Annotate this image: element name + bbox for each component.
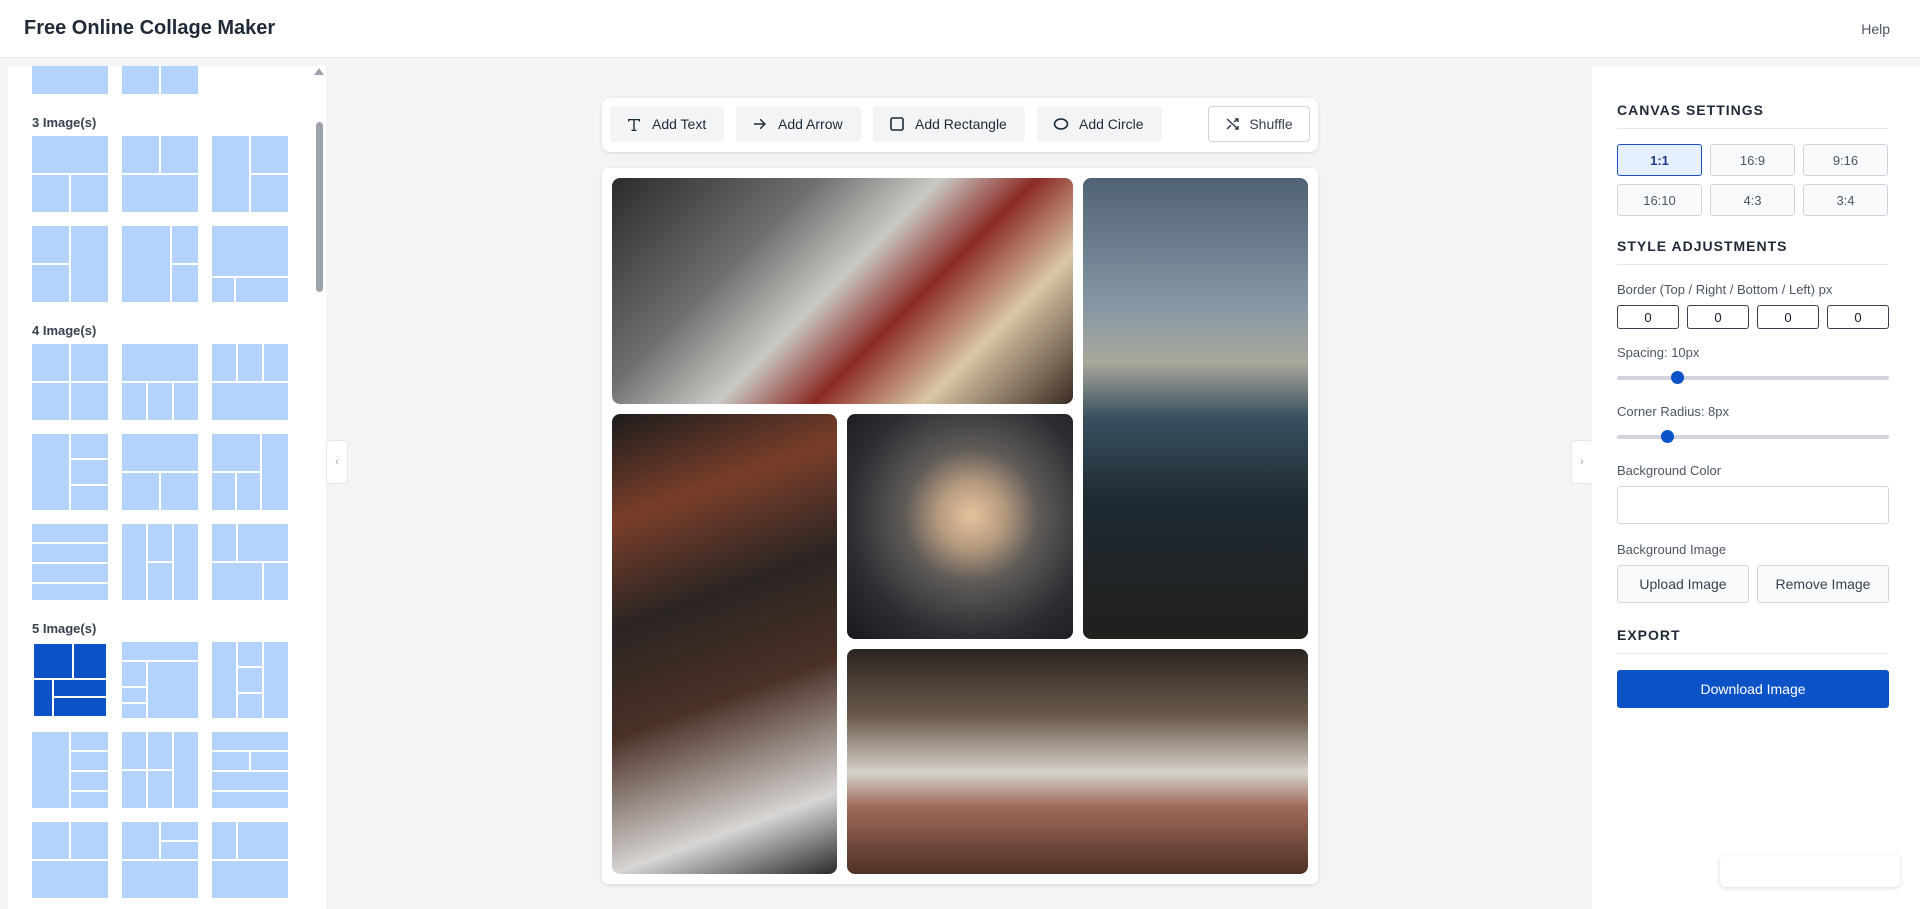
- aspect-ratio-options: 1:1 16:9 9:16 16:10 4:3 3:4: [1617, 144, 1888, 216]
- layout-5g[interactable]: [32, 822, 108, 898]
- border-inputs: [1617, 305, 1889, 329]
- download-image-button[interactable]: Download Image: [1617, 670, 1889, 708]
- layout-4a[interactable]: [32, 344, 108, 420]
- ratio-4-3-button[interactable]: 4:3: [1710, 184, 1795, 216]
- ratio-3-4-button[interactable]: 3:4: [1803, 184, 1888, 216]
- add-circle-label: Add Circle: [1079, 116, 1144, 132]
- spacing-label: Spacing: 10px: [1617, 345, 1700, 360]
- photo-ocean-shore[interactable]: [1083, 178, 1308, 639]
- layout-sidebar[interactable]: 3 Image(s) 4 Image(s) 5 Image(s): [8, 66, 326, 909]
- layout-4e[interactable]: [122, 434, 198, 510]
- shuffle-label: Shuffle: [1249, 116, 1293, 132]
- add-rectangle-button[interactable]: Add Rectangle: [873, 106, 1025, 142]
- border-top-input[interactable]: [1617, 305, 1679, 329]
- layout-grid-2: [32, 66, 318, 94]
- sidebar-scrollbar[interactable]: [314, 66, 326, 909]
- group-label-4: 4 Image(s): [32, 322, 97, 338]
- floating-widget[interactable]: [1720, 855, 1900, 887]
- style-adjustments-title: STYLE ADJUSTMENTS: [1617, 238, 1888, 265]
- corner-radius-slider-thumb[interactable]: [1661, 430, 1674, 443]
- layout-4h[interactable]: [122, 524, 198, 600]
- border-bottom-input[interactable]: [1757, 305, 1819, 329]
- app-header: Free Online Collage Maker Help: [0, 0, 1920, 58]
- background-image-actions: Upload Image Remove Image: [1617, 565, 1889, 603]
- layout-3d[interactable]: [32, 226, 108, 302]
- export-title: EXPORT: [1617, 627, 1888, 654]
- group-label-3: 3 Image(s): [32, 114, 97, 130]
- layout-3a[interactable]: [32, 136, 108, 212]
- scrollbar-thumb[interactable]: [316, 122, 323, 292]
- app-title: Free Online Collage Maker: [24, 17, 276, 39]
- chevron-right-icon: ›: [1580, 456, 1584, 468]
- settings-panel: CANVAS SETTINGS 1:1 16:9 9:16 16:10 4:3 …: [1592, 66, 1920, 909]
- square-icon: [889, 116, 905, 132]
- layout-4d[interactable]: [32, 434, 108, 510]
- ratio-16-9-button[interactable]: 16:9: [1710, 144, 1795, 176]
- add-arrow-button[interactable]: Add Arrow: [736, 106, 861, 142]
- add-circle-button[interactable]: Add Circle: [1037, 106, 1162, 142]
- border-right-input[interactable]: [1687, 305, 1749, 329]
- layout-grid-4: [32, 344, 318, 600]
- canvas-settings-title: CANVAS SETTINGS: [1617, 102, 1888, 129]
- add-arrow-label: Add Arrow: [778, 116, 843, 132]
- help-link[interactable]: Help: [1861, 21, 1890, 37]
- spacing-slider-thumb[interactable]: [1671, 371, 1684, 384]
- layout-4b[interactable]: [122, 344, 198, 420]
- collapse-right-panel-button[interactable]: ›: [1571, 440, 1593, 484]
- shuffle-icon: [1225, 116, 1241, 132]
- photo-woman-glasses[interactable]: [847, 414, 1073, 639]
- add-text-button[interactable]: Add Text: [610, 106, 724, 142]
- scroll-up-arrow-icon[interactable]: [314, 68, 324, 75]
- layout-4f[interactable]: [212, 434, 288, 510]
- corner-radius-slider[interactable]: [1617, 430, 1889, 443]
- ratio-9-16-button[interactable]: 9:16: [1803, 144, 1888, 176]
- shuffle-button[interactable]: Shuffle: [1208, 106, 1310, 142]
- text-icon: [626, 116, 642, 132]
- photo-piano-hands[interactable]: [612, 414, 837, 874]
- layout-5e[interactable]: [122, 732, 198, 808]
- spacing-slider[interactable]: [1617, 371, 1889, 384]
- layout-5b[interactable]: [122, 642, 198, 718]
- corner-radius-label: Corner Radius: 8px: [1617, 404, 1729, 419]
- layout-4c[interactable]: [212, 344, 288, 420]
- layout-5h[interactable]: [122, 822, 198, 898]
- upload-image-button[interactable]: Upload Image: [1617, 565, 1749, 603]
- layout-2a[interactable]: [32, 66, 108, 94]
- collage-canvas[interactable]: [602, 168, 1318, 884]
- layout-3f[interactable]: [212, 226, 288, 302]
- arrow-right-icon: [752, 116, 768, 132]
- layout-5f[interactable]: [212, 732, 288, 808]
- layout-3b[interactable]: [122, 136, 198, 212]
- photo-woman-cafe[interactable]: [847, 649, 1308, 874]
- add-text-label: Add Text: [652, 116, 707, 132]
- add-rectangle-label: Add Rectangle: [915, 116, 1007, 132]
- ellipse-icon: [1053, 116, 1069, 132]
- layout-grid-3: [32, 136, 318, 302]
- border-label: Border (Top / Right / Bottom / Left) px: [1617, 282, 1833, 297]
- group-label-5: 5 Image(s): [32, 620, 97, 636]
- layout-3c[interactable]: [212, 136, 288, 212]
- layout-list: 3 Image(s) 4 Image(s) 5 Image(s): [8, 66, 318, 909]
- layout-5a-selected[interactable]: [32, 642, 108, 718]
- layout-3e[interactable]: [122, 226, 198, 302]
- layout-grid-5: [32, 642, 318, 898]
- chevron-left-icon: ‹: [335, 456, 339, 468]
- photo-vinyl-records[interactable]: [612, 178, 1073, 404]
- layout-4g[interactable]: [32, 524, 108, 600]
- layout-5i[interactable]: [212, 822, 288, 898]
- layout-5c[interactable]: [212, 642, 288, 718]
- ratio-16-10-button[interactable]: 16:10: [1617, 184, 1702, 216]
- border-left-input[interactable]: [1827, 305, 1889, 329]
- background-color-input[interactable]: [1617, 486, 1889, 524]
- ratio-1-1-button[interactable]: 1:1: [1617, 144, 1702, 176]
- background-color-label: Background Color: [1617, 463, 1722, 478]
- layout-2b[interactable]: [122, 66, 198, 94]
- remove-image-button[interactable]: Remove Image: [1757, 565, 1889, 603]
- collapse-left-panel-button[interactable]: ‹: [326, 440, 348, 484]
- layout-4i[interactable]: [212, 524, 288, 600]
- layout-5d[interactable]: [32, 732, 108, 808]
- background-image-label: Background Image: [1617, 542, 1727, 557]
- editor-toolbar: Add Text Add Arrow Add Rectangle Add Cir…: [602, 98, 1318, 152]
